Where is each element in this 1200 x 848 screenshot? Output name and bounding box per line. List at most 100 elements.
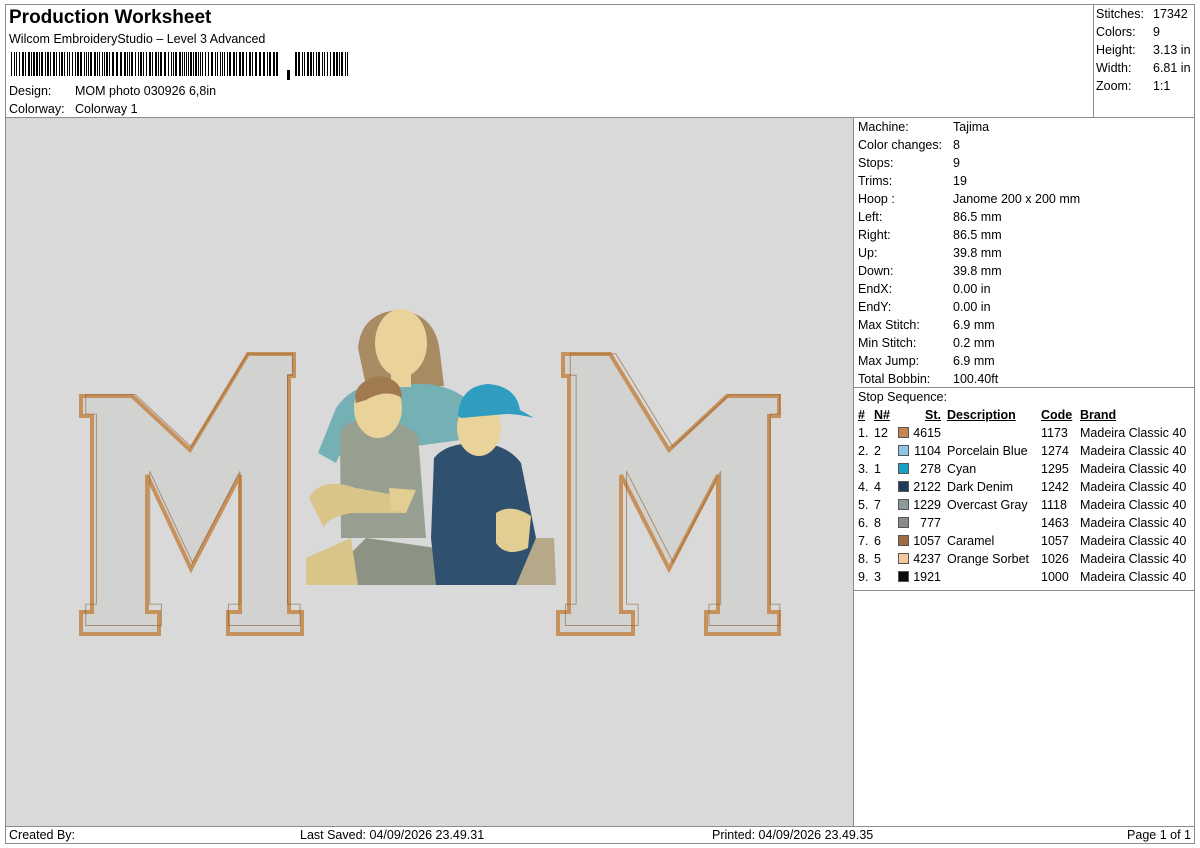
barcode-bar <box>186 52 187 76</box>
embroidery-design <box>79 309 781 636</box>
barcode-bar <box>168 52 169 76</box>
barcode-bar <box>318 52 320 76</box>
barcode-bar <box>211 52 213 76</box>
stop-index: 4. <box>858 480 869 494</box>
summary-label: Colors: <box>1096 25 1136 39</box>
barcode-bar <box>14 52 15 76</box>
barcode-bar <box>140 52 142 76</box>
stop-stitches: 278 <box>920 462 941 476</box>
barcode-bar <box>131 52 133 76</box>
col-stitches-header: St. <box>925 408 941 422</box>
machine-label: Stops: <box>858 156 894 170</box>
summary-value: 1:1 <box>1153 79 1171 93</box>
stop-code: 1295 <box>1041 462 1069 476</box>
barcode-bar <box>267 52 268 76</box>
machine-row: EndY: 0.00 in <box>854 298 1194 316</box>
barcode-bar <box>106 52 108 76</box>
barcode-bar <box>276 52 278 76</box>
barcode-bar <box>135 52 136 76</box>
barcode-bar <box>149 52 151 76</box>
last-saved: Last Saved: 04/09/2026 23.49.31 <box>300 828 485 842</box>
barcode-bar <box>324 52 325 76</box>
machine-value: 0.00 in <box>953 300 991 314</box>
barcode-bar <box>333 52 335 76</box>
stop-code: 1173 <box>1041 426 1068 440</box>
color-swatch <box>898 571 909 582</box>
barcode-bar <box>45 52 46 76</box>
barcode-bar <box>182 52 183 76</box>
barcode-bar <box>200 52 201 76</box>
machine-row: Left: 86.5 mm <box>854 208 1194 226</box>
stop-sequence-row: 7. 6 1057 Caramel 1057 Madeira Classic 40 <box>854 532 1194 550</box>
design-summary: Stitches: 17342 Colors: 9 Height: 3.13 in W… <box>1093 5 1194 118</box>
summary-value: 3.13 in <box>1153 43 1191 57</box>
barcode-bar <box>222 52 223 76</box>
stop-index: 9. <box>858 570 869 584</box>
stop-brand: Madeira Classic 40 <box>1080 480 1187 494</box>
machine-row: Total Bobbin: 100.40ft <box>854 370 1194 388</box>
stop-sequence-row: 5. 7 1229 Overcast Gray 1118 Madeira Classic … <box>854 496 1194 514</box>
machine-value: 19 <box>953 174 967 188</box>
stop-sequence-row: 9. 3 1921 1000 Madeira Classic 40 <box>854 568 1194 586</box>
machine-label: Hoop : <box>858 192 895 206</box>
barcode-bar <box>120 52 122 76</box>
barcode-bar <box>229 52 231 76</box>
stop-needle: 8 <box>874 516 881 530</box>
barcode-bar <box>155 52 157 76</box>
stop-needle: 5 <box>874 552 881 566</box>
summary-zoom: Zoom: 1:1 <box>1094 77 1194 95</box>
stop-sequence: Stop Sequence: # N# St. Description Code… <box>854 388 1194 591</box>
barcode-bar <box>102 52 103 76</box>
barcode-bar <box>205 52 206 76</box>
stop-index: 2. <box>858 444 869 458</box>
barcode-bar <box>190 52 192 76</box>
barcode-bar <box>330 52 331 76</box>
machine-value: 6.9 mm <box>953 354 995 368</box>
barcode-bar <box>239 52 241 76</box>
machine-value: Tajima <box>953 120 990 134</box>
barcode-bar <box>322 52 323 76</box>
software-name: Wilcom EmbroideryStudio – Level 3 Advanc… <box>9 32 266 46</box>
stop-index: 5. <box>858 498 869 512</box>
machine-row: Max Jump: 6.9 mm <box>854 352 1194 370</box>
barcode-bar <box>160 52 162 76</box>
barcode-bar <box>307 52 309 76</box>
barcode-bar <box>298 52 300 76</box>
stop-code: 1057 <box>1041 534 1069 548</box>
barcode-bar <box>41 52 43 76</box>
machine-value: 9 <box>953 156 960 170</box>
stop-stitches: 1057 <box>913 534 941 548</box>
barcode-bar <box>263 52 265 76</box>
barcode-bar <box>124 52 126 76</box>
color-swatch <box>898 535 909 546</box>
stop-index: 1. <box>858 426 869 440</box>
machine-value: Janome 200 x 200 mm <box>953 192 1081 206</box>
machine-row: Hoop : Janome 200 x 200 mm <box>854 190 1194 208</box>
barcode-bar <box>33 52 35 76</box>
barcode-bar <box>116 52 118 76</box>
barcode-bar <box>347 52 348 76</box>
machine-label: Total Bobbin: <box>858 372 931 386</box>
barcode-bar <box>59 52 60 76</box>
barcode-bar <box>188 52 189 76</box>
stop-sequence-row: 6. 8 777 1463 Madeira Classic 40 <box>854 514 1194 532</box>
stop-brand: Madeira Classic 40 <box>1080 534 1187 548</box>
barcode-bar <box>236 52 237 76</box>
barcode-bar <box>61 52 63 76</box>
col-needle-header: N# <box>874 408 890 422</box>
stop-brand: Madeira Classic 40 <box>1080 444 1187 458</box>
stop-sequence-row: 1. 12 4615 1173 Madeira Classic 40 <box>854 424 1194 442</box>
barcode-bar <box>36 52 38 76</box>
stop-sequence-header: # N# St. Description Code Brand <box>854 406 1194 424</box>
stop-stitches: 1921 <box>913 570 941 584</box>
stop-sequence-title: Stop Sequence: <box>858 390 947 404</box>
barcode-bar <box>171 52 172 76</box>
barcode-separator <box>287 70 290 80</box>
machine-value: 86.5 mm <box>953 210 1002 224</box>
barcode-bar <box>97 52 98 76</box>
barcode-bar <box>104 52 105 76</box>
barcode-bar <box>39 52 40 76</box>
barcode-bar <box>11 52 12 76</box>
barcode-bar <box>273 52 275 76</box>
design-row: Design: MOM photo 030926 6,8in <box>9 84 216 98</box>
